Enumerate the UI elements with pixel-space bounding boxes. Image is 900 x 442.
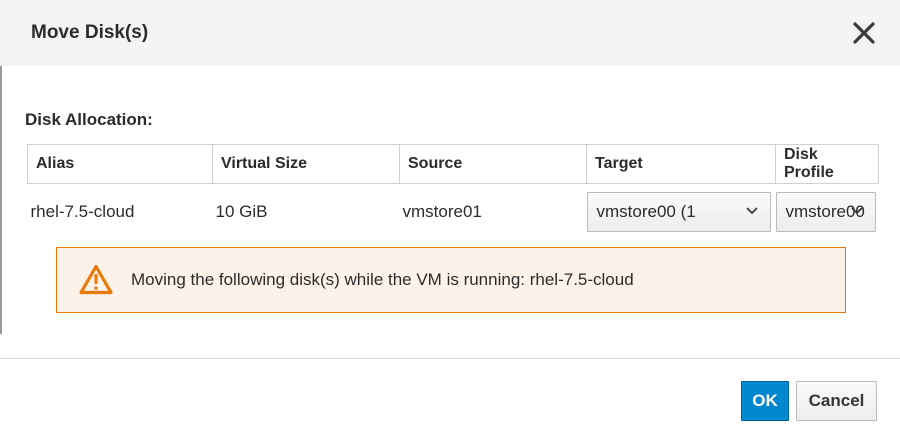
close-icon: [853, 22, 875, 44]
warning-alert-text: Moving the following disk(s) while the V…: [131, 270, 634, 289]
close-button[interactable]: [849, 20, 879, 48]
column-header-virtual-size: Virtual Size: [212, 144, 400, 184]
cell-disk-profile: vmstore00: [775, 184, 879, 241]
dialog-left-border: [0, 66, 2, 334]
move-disks-dialog: Move Disk(s) Disk Allocation: Alias Virt…: [0, 0, 900, 442]
warning-triangle-icon: [79, 264, 113, 295]
chevron-down-icon: [850, 207, 863, 215]
column-header-alias: Alias: [27, 144, 213, 184]
footer-divider: [0, 358, 900, 359]
disk-allocation-label: Disk Allocation:: [25, 110, 153, 129]
cell-virtual-size: 10 GiB: [215, 202, 268, 221]
table-header-row: Alias Virtual Size Source Target Disk Pr…: [27, 144, 879, 184]
cell-alias: rhel-7.5-cloud: [30, 202, 135, 221]
disk-allocation-table: Alias Virtual Size Source Target Disk Pr…: [27, 144, 879, 240]
cell-source: vmstore01: [402, 202, 482, 221]
column-header-target: Target: [586, 144, 776, 184]
column-header-disk-profile: Disk Profile: [775, 144, 879, 184]
ok-button[interactable]: OK: [741, 381, 789, 421]
warning-alert: Moving the following disk(s) while the V…: [56, 247, 846, 313]
dialog-title: Move Disk(s): [31, 22, 149, 43]
target-select[interactable]: vmstore00 (1: [586, 192, 771, 232]
target-select-value: vmstore00 (1: [596, 202, 696, 221]
dialog-header: Move Disk(s): [0, 0, 900, 66]
table-row: rhel-7.5-cloud 10 GiB vmstore01 vmstore0…: [28, 184, 879, 241]
chevron-down-icon: [745, 207, 758, 215]
disk-profile-select[interactable]: vmstore00: [775, 192, 876, 232]
cell-target: vmstore00 (1: [586, 184, 776, 241]
column-header-source: Source: [399, 144, 587, 184]
cancel-button[interactable]: Cancel: [796, 381, 877, 421]
